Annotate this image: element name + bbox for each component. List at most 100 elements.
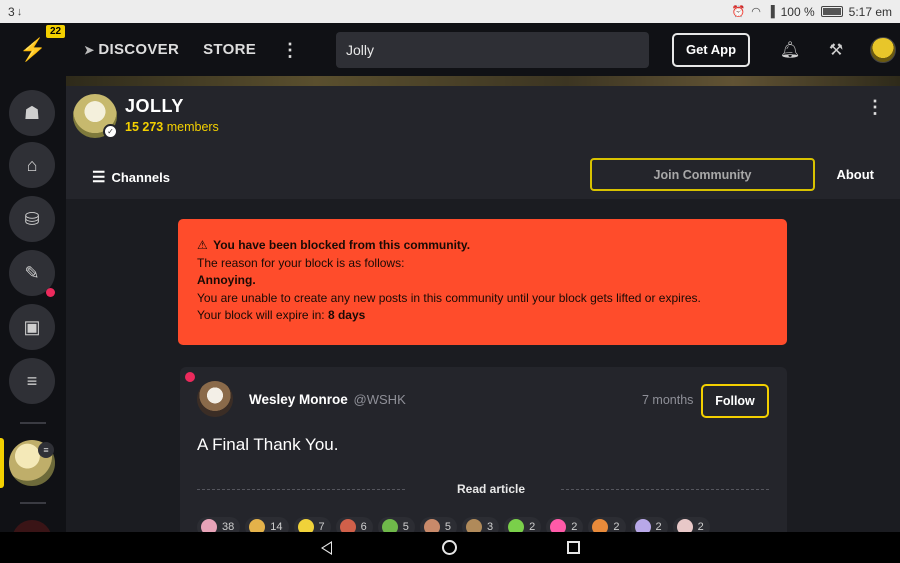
alert-expiry-prefix: Your block will expire in: xyxy=(197,308,325,322)
reaction-chip[interactable]: 5 xyxy=(419,517,457,532)
discover-label: DISCOVER xyxy=(98,41,180,58)
library-icon: ≡ xyxy=(26,370,38,391)
reaction-count: 2 xyxy=(697,521,704,532)
follow-button[interactable]: Follow xyxy=(701,384,769,418)
store-rail-button[interactable]: ⌂ xyxy=(9,142,55,188)
join-label: Join Community xyxy=(653,167,752,182)
hamburger-icon: ☰ xyxy=(92,169,106,186)
reaction-count: 5 xyxy=(402,521,409,532)
sticker-icon xyxy=(381,519,398,532)
reaction-count: 2 xyxy=(655,521,662,532)
reaction-count: 2 xyxy=(529,521,536,532)
reaction-chip[interactable]: 5 xyxy=(377,517,415,532)
sticker-icon xyxy=(592,519,609,532)
active-indicator xyxy=(0,438,4,488)
store-label: STORE xyxy=(203,41,257,58)
member-count-label: members xyxy=(166,120,219,134)
read-article-link[interactable]: Read article xyxy=(197,481,770,497)
divider-left xyxy=(197,488,405,490)
reaction-chip[interactable]: 6 xyxy=(335,517,373,532)
search-input[interactable]: Jolly xyxy=(336,31,650,68)
join-community-button[interactable]: Join Community xyxy=(590,158,815,191)
community-feed[interactable]: ⚠ You have been blocked from this commun… xyxy=(66,199,900,532)
rail-divider xyxy=(20,422,46,424)
sticker-icon xyxy=(634,519,651,532)
about-tab[interactable]: About xyxy=(836,167,874,182)
reaction-count: 38 xyxy=(222,521,235,532)
warning-icon: ⚠ xyxy=(197,238,208,252)
reaction-chip[interactable]: 2 xyxy=(546,517,584,532)
unread-dot xyxy=(185,372,195,382)
store-link[interactable]: STORE xyxy=(203,41,256,58)
sticker-icon xyxy=(339,519,356,532)
library-rail-button[interactable]: ≡ xyxy=(9,358,55,404)
reaction-chip[interactable]: 38 xyxy=(197,517,241,532)
channels-button[interactable]: ☰ Channels xyxy=(92,168,170,186)
back-icon[interactable] xyxy=(320,540,332,555)
get-app-button[interactable]: Get App xyxy=(672,32,751,67)
read-article-label: Read article xyxy=(456,482,526,496)
sticker-icon xyxy=(423,519,440,532)
left-rail: ☗ ⌂ ⛁ ✎ ▣ ≡ ≡ xyxy=(0,76,66,540)
rail-divider xyxy=(20,502,46,504)
clock: 5:17 em xyxy=(848,4,892,19)
battery-percent: 100 % xyxy=(780,4,815,19)
reaction-chip[interactable]: 2 xyxy=(504,517,542,532)
discover-link[interactable]: ➤ DISCOVER xyxy=(84,41,179,58)
status-left: 3 ↓ xyxy=(8,5,22,19)
reaction-chip[interactable]: 14 xyxy=(245,517,289,532)
reaction-chip[interactable]: 2 xyxy=(588,517,626,532)
bot-rail-button[interactable]: ▣ xyxy=(9,304,55,350)
android-status-bar: 3 ↓ ⏰ ◠ ▐ 100 % 5:17 em xyxy=(0,0,900,23)
sticker-icon xyxy=(249,519,266,532)
sticker-icon xyxy=(466,519,482,532)
bag-rail-button[interactable]: ⛁ xyxy=(9,196,55,242)
reaction-chip[interactable]: 7 xyxy=(293,517,331,532)
app-logo[interactable]: ⚡ 22 xyxy=(0,23,66,76)
post-time: 7 months xyxy=(642,393,694,407)
community-header: ✓ JOLLY 15 273 members ⋮ ☰ Channels Join… xyxy=(66,86,900,199)
bag-icon: ⛁ xyxy=(24,208,40,229)
battery-icon xyxy=(820,6,843,17)
reaction-chip[interactable]: 2 xyxy=(630,517,668,532)
author-avatar[interactable] xyxy=(197,381,233,417)
community-more-icon[interactable]: ⋮ xyxy=(866,98,884,116)
notification-badge: 22 xyxy=(46,25,66,38)
reaction-chip[interactable]: 3 xyxy=(462,517,500,532)
member-count-number: 15 273 xyxy=(125,120,164,134)
sticker-icon xyxy=(297,519,314,532)
shop-icon: ⌂ xyxy=(26,154,38,175)
notification-dot xyxy=(46,288,55,297)
rocket-icon: ➤ xyxy=(84,42,95,57)
post-title[interactable]: A Final Thank You. xyxy=(197,435,338,455)
alert-reason: Annoying. xyxy=(197,273,256,287)
search-value: Jolly xyxy=(346,41,375,58)
community-menu-icon[interactable]: ≡ xyxy=(38,442,54,458)
alert-reason-intro: The reason for your block is as follows: xyxy=(197,255,405,270)
trophy-rail-button[interactable]: ☗ xyxy=(9,90,55,136)
reaction-count: 7 xyxy=(318,521,325,532)
author-line[interactable]: Wesley Monroe @WSHK xyxy=(249,392,406,407)
sticker-icon xyxy=(508,519,525,532)
bell-icon[interactable]: 🔔︎ xyxy=(776,40,804,60)
post-card[interactable]: Wesley Monroe @WSHK 7 months Follow A Fi… xyxy=(180,367,787,532)
member-count: 15 273 members xyxy=(125,120,219,134)
app-root: 3 ↓ ⏰ ◠ ▐ 100 % 5:17 em ⚡ 22 ➤ DISCOVER … xyxy=(0,0,900,563)
get-app-label: Get App xyxy=(685,42,737,57)
alarm-icon: ⏰ xyxy=(731,6,746,18)
reaction-chip[interactable]: 2 xyxy=(672,517,710,532)
reaction-count: 3 xyxy=(487,521,494,532)
android-nav-bar xyxy=(0,532,900,563)
channels-label: Channels xyxy=(111,169,170,185)
status-right: ⏰ ◠ ▐ 100 % 5:17 em xyxy=(732,5,893,19)
reaction-count: 5 xyxy=(444,521,451,532)
recents-icon[interactable] xyxy=(566,541,580,554)
download-arrow-icon: ↓ xyxy=(16,5,23,18)
people-icon[interactable]: ⚒ xyxy=(822,40,850,60)
status-left-text: 3 xyxy=(8,4,15,19)
user-avatar[interactable] xyxy=(870,36,897,63)
reaction-count: 14 xyxy=(270,521,283,532)
reaction-bar: 38 14 7 6 5 5 3 2 2 2 2 2 xyxy=(197,517,715,532)
home-icon[interactable] xyxy=(441,540,457,555)
more-menu-icon[interactable]: ⋮ xyxy=(280,41,300,59)
